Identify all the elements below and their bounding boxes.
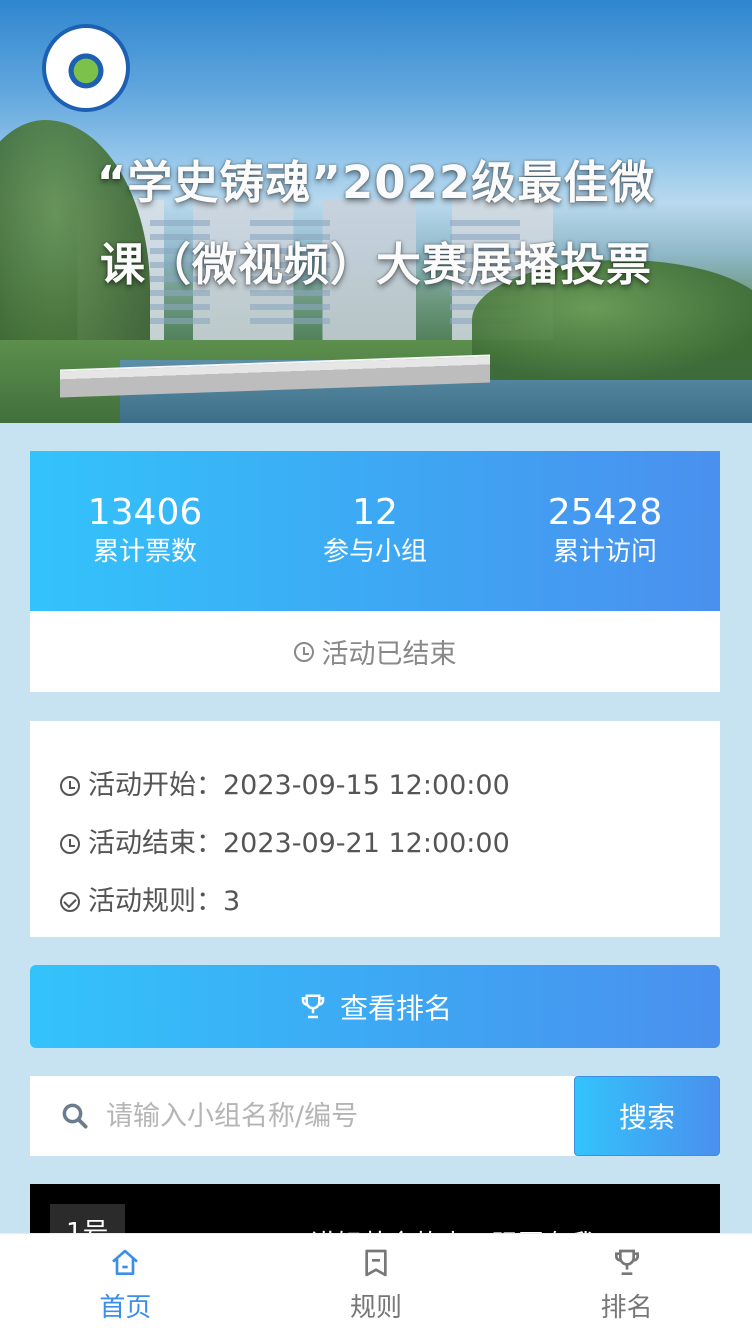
rules-label: 活动规则： xyxy=(88,886,223,917)
trophy-icon xyxy=(614,1249,639,1275)
start-time-row: 活动开始： 2023-09-15 12:00:00 xyxy=(60,757,720,815)
check-circle-icon xyxy=(60,892,80,912)
banner-title-line1: “学史铸魂”2022级最佳微 xyxy=(96,156,656,209)
end-time-value: 2023-09-21 12:00:00 xyxy=(223,828,510,859)
stat-visits: 25428 累计访问 xyxy=(490,493,720,569)
search-button[interactable]: 搜索 xyxy=(574,1076,720,1156)
start-time-value: 2023-09-15 12:00:00 xyxy=(223,770,510,801)
tab-rules-label: 规则 xyxy=(350,1293,403,1323)
search-icon xyxy=(62,1103,88,1129)
bottom-tab-bar: 首页 规则 排名 xyxy=(0,1233,752,1337)
clock-icon xyxy=(293,641,314,662)
stat-value: 13406 xyxy=(87,492,203,533)
rules-row: 活动规则： 3 xyxy=(60,873,720,931)
status-text: 活动已结束 xyxy=(321,639,457,670)
stat-value: 25428 xyxy=(547,492,663,533)
header-banner: “学史铸魂”2022级最佳微 课（微视频）大赛展播投票 xyxy=(0,0,752,423)
stats-panel: 13406 累计票数 12 参与小组 25428 累计访问 xyxy=(30,451,720,611)
stat-groups: 12 参与小组 xyxy=(260,493,490,569)
clock-icon xyxy=(60,834,80,854)
clock-icon xyxy=(60,776,80,796)
tab-rules[interactable]: 规则 xyxy=(251,1234,502,1337)
tab-ranking-label: 排名 xyxy=(600,1293,653,1323)
home-icon xyxy=(112,1249,139,1275)
tab-home-label: 首页 xyxy=(99,1293,152,1323)
stat-label: 参与小组 xyxy=(322,537,427,567)
activity-info-card: 活动开始： 2023-09-15 12:00:00 活动结束： 2023-09-… xyxy=(30,721,720,937)
stat-total-votes: 13406 累计票数 xyxy=(30,493,260,569)
university-logo xyxy=(42,24,130,112)
search-input[interactable] xyxy=(104,1099,528,1133)
view-ranking-label: 查看排名 xyxy=(339,991,452,1025)
tab-home[interactable]: 首页 xyxy=(0,1234,251,1337)
stat-label: 累计票数 xyxy=(92,537,197,567)
view-ranking-button[interactable]: 查看排名 xyxy=(30,965,720,1048)
activity-status: 活动已结束 xyxy=(30,611,720,692)
end-time-label: 活动结束： xyxy=(88,828,223,859)
start-time-label: 活动开始： xyxy=(88,770,223,801)
tab-ranking[interactable]: 排名 xyxy=(501,1234,752,1337)
end-time-row: 活动结束： 2023-09-21 12:00:00 xyxy=(60,815,720,873)
bookmark-icon xyxy=(365,1249,387,1277)
search-field xyxy=(30,1076,574,1156)
stat-label: 累计访问 xyxy=(552,537,657,567)
banner-title-line2: 课（微视频）大赛展播投票 xyxy=(99,238,652,291)
trophy-icon xyxy=(301,994,325,1018)
stat-value: 12 xyxy=(352,492,398,533)
search-bar: 搜索 xyxy=(30,1076,720,1156)
rules-value: 3 xyxy=(223,886,241,917)
